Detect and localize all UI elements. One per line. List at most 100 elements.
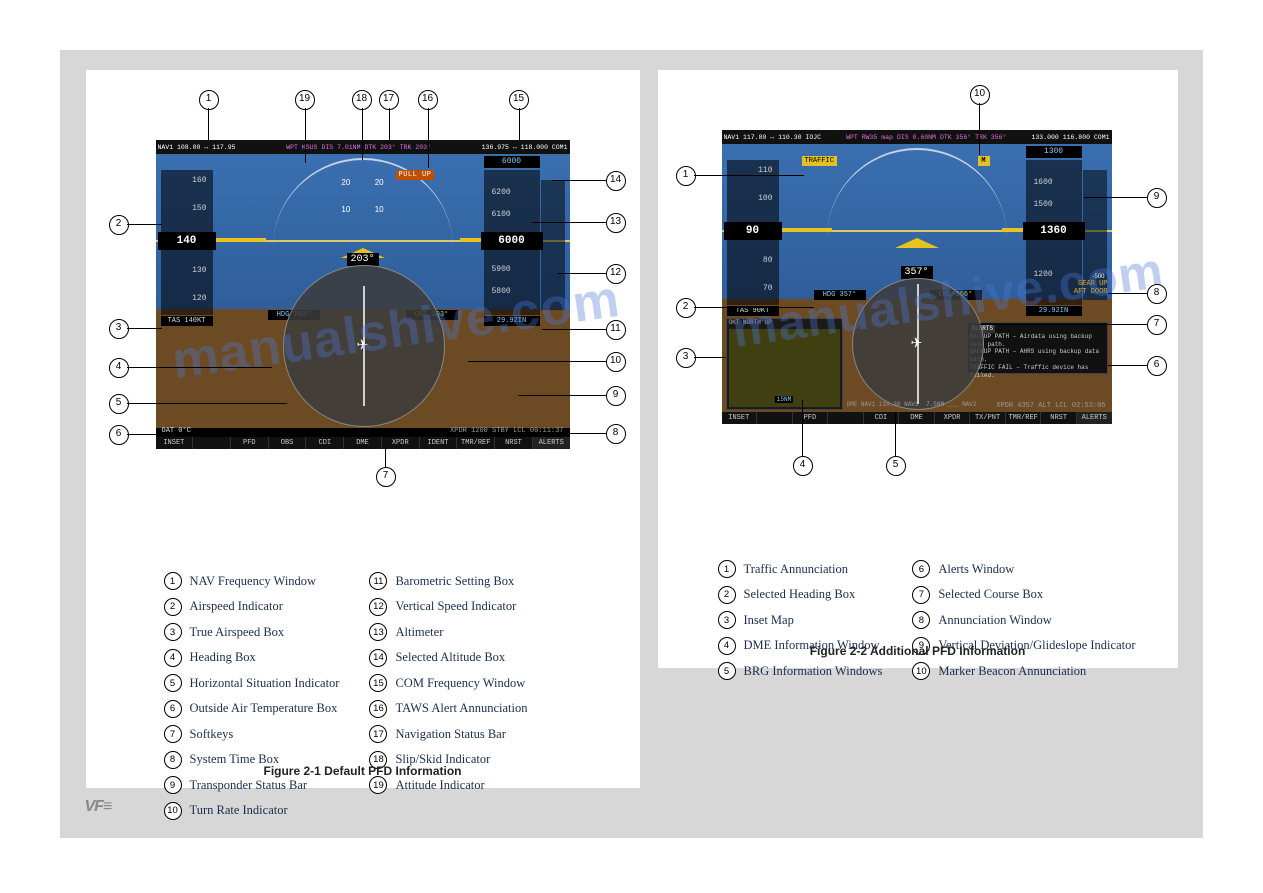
legend-item: 6Alerts Window [912,560,1135,578]
legend-item: 5 BRG Information Windows [718,662,883,680]
legend-item: 10 Turn Rate Indicator [164,802,340,820]
legend-number: 5 [164,674,182,692]
legend-col-1: 1 Traffic Annunciation 2Selected Heading B… [718,560,883,680]
legend-text: Altimeter [395,625,443,640]
legend-right-figure: 1 Traffic Annunciation 2Selected Heading B… [718,560,1136,680]
marker-beacon: M [978,156,990,166]
xpdr-time-bar: XPDR 1200 STBY LCL 00:11:37 [450,427,563,435]
legend-item: 12 Vertical Speed Indicator [369,598,527,616]
legend-text: Vertical Speed Indicator [395,599,516,614]
legend-item: 9 Transponder Status Bar [164,776,340,794]
softkey[interactable] [828,412,864,424]
softkey[interactable]: ALERTS [533,437,570,449]
vsi [541,180,565,310]
legend-item: 19Attitude Indicator [369,776,527,794]
softkey[interactable]: XPDR [935,412,971,424]
legend-text: BRG Information Windows [744,664,883,679]
legend-item: 17 Navigation Status Bar [369,725,527,743]
legend-number: 8 [912,611,930,629]
softkey[interactable]: DME [899,412,935,424]
softkey[interactable]: CDI [306,437,344,449]
legend-item: 16TAWS Alert Annunciation [369,700,527,718]
legend-item: 2Selected Heading Box [718,586,883,604]
legend-text: Turn Rate Indicator [190,803,288,818]
baro-box: 29.92IN [484,316,540,326]
legend-number: 2 [164,598,182,616]
softkey[interactable]: XPDR [382,437,420,449]
legend-number: 4 [164,649,182,667]
softkey[interactable] [193,437,231,449]
legend-text: Barometric Setting Box [395,574,514,589]
legend-text: NAV Frequency Window [190,574,317,589]
softkey[interactable]: DME [344,437,382,449]
legend-number: 6 [912,560,930,578]
legend-number: 17 [369,725,387,743]
legend-number: 10 [912,662,930,680]
legend-text: Transponder Status Bar [190,778,308,793]
legend-text: Traffic Annunciation [744,562,849,577]
current-altitude: 6000 [481,232,543,250]
softkey[interactable]: ALERTS [1077,412,1112,424]
softkey[interactable]: TX/PNT [970,412,1006,424]
inset-map: OKT NORTH UP 15NM [726,318,843,410]
dme-brg1-window: DME NAV1 110.30 NAV1 [847,401,919,408]
softkey[interactable]: TMR/REF [1006,412,1042,424]
legend-item: 2 Airspeed Indicator [164,598,340,616]
softkey[interactable]: TMR/REF [457,437,495,449]
softkey[interactable]: OBS [269,437,307,449]
softkey[interactable]: NRST [1041,412,1077,424]
legend-col-2: 11Barometric Setting Box 12 Vertical Speed… [369,572,527,820]
legend-col-2: 6Alerts Window 7Selected Course Box 8Annun… [912,560,1135,680]
nav-status-bar: NAV1 117.80 ↔ 110.30 IOJC WPT RW35 map D… [722,130,1112,144]
legend-item: 14 Selected Altitude Box [369,649,527,667]
brg2-window: 7.5NM ___ NAV2 [926,401,976,408]
selected-altitude: 6000 [484,156,540,168]
airspeed-tape: 110 100 80 70 90 [727,160,779,305]
oat-box: OAT 0°C [162,427,191,435]
softkey[interactable] [757,412,793,424]
legend-item: 6 Outside Air Temperature Box [164,700,340,718]
softkey[interactable]: IDENT [420,437,458,449]
legend-number: 5 [718,662,736,680]
softkey[interactable]: INSET [722,412,758,424]
page: NAV1 108.00 ↔ 117.95 WPT KSUS DIS 7.01NM… [60,50,1203,838]
legend-item: 10 Marker Beacon Annunciation [912,662,1135,680]
legend-number: 19 [369,776,387,794]
legend-text: COM Frequency Window [395,676,525,691]
softkey[interactable]: CDI [864,412,900,424]
legend-item: 5 Horizontal Situation Indicator [164,674,340,692]
annunciation-window: GEAR UP AFT DOOR [1074,280,1108,296]
softkey[interactable]: PFD [231,437,269,449]
softkeys-bar: INSET PFDOBSCDIDMEXPDRIDENTTMR/REFNRSTALE… [156,437,570,449]
legend-number: 10 [164,802,182,820]
legend-item: 4Heading Box [164,649,340,667]
legend-item: 1NAV Frequency Window [164,572,340,590]
legend-number: 12 [369,598,387,616]
airspeed-tape: 160 150 130 120 140 [161,170,213,315]
figure-caption-right: Figure 2-2 Additional PFD Information [658,644,1178,658]
pfd-right: NAV1 117.80 ↔ 110.30 IOJC WPT RW35 map D… [722,130,1112,424]
legend-text: Horizontal Situation Indicator [190,676,340,691]
legend-number: 15 [369,674,387,692]
legend-number: 9 [164,776,182,794]
plane-icon: ✈ [357,337,369,354]
legend-text: Marker Beacon Annunciation [938,664,1086,679]
softkey[interactable]: NRST [495,437,533,449]
softkey[interactable]: INSET [156,437,194,449]
legend-text: TAWS Alert Annunciation [395,701,527,716]
legend-number: 6 [164,700,182,718]
pfd-left: NAV1 108.00 ↔ 117.95 WPT KSUS DIS 7.01NM… [156,140,570,449]
altimeter-tape: 6000 6200 6100 5900 5800 6000 [484,170,540,315]
legend-text: Softkeys [190,727,234,742]
legend-number: 1 [718,560,736,578]
legend-item: 7Selected Course Box [912,586,1135,604]
softkey[interactable]: PFD [793,412,829,424]
legend-item: 11Barometric Setting Box [369,572,527,590]
legend-text: Airspeed Indicator [190,599,283,614]
legend-number: 14 [369,649,387,667]
legend-text: Selected Altitude Box [395,650,505,665]
legend-text: Outside Air Temperature Box [190,701,338,716]
legend-text: Inset Map [744,613,794,628]
legend-text: Navigation Status Bar [395,727,505,742]
legend-item: 8Annunciation Window [912,611,1135,629]
